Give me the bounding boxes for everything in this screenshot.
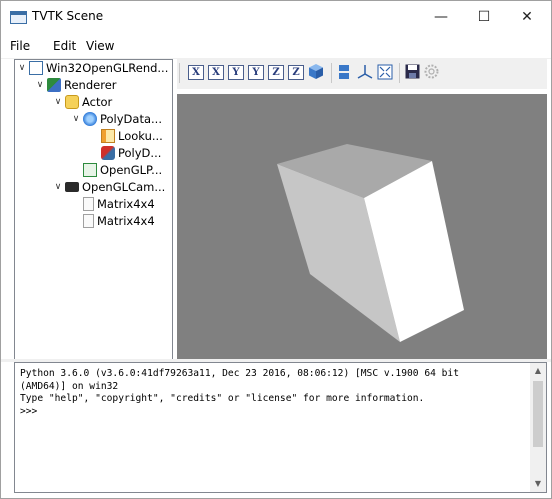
polydata-icon: [83, 112, 97, 126]
app-icon: [10, 11, 27, 24]
tree-node-actor[interactable]: ∨ Actor: [53, 94, 112, 110]
menu-file[interactable]: File: [10, 39, 30, 53]
expand-icon[interactable]: ∨: [17, 60, 27, 76]
view-plus-z-button[interactable]: Z: [268, 65, 284, 80]
menu-bar: File Edit View: [1, 35, 551, 57]
toolbar-separator: [399, 63, 400, 83]
camera-icon: [65, 182, 79, 192]
app-window: TVTK Scene — ☐ ✕ File Edit View ∨ Win32Op…: [0, 0, 552, 499]
title-bar[interactable]: TVTK Scene — ☐ ✕: [1, 1, 551, 33]
scroll-thumb[interactable]: [533, 381, 543, 447]
expand-icon[interactable]: ∨: [35, 77, 45, 93]
scene-toolbar: X X Y Y Z Z: [177, 59, 547, 89]
actor-icon: [65, 95, 79, 109]
tree-node-renderer[interactable]: ∨ Renderer: [35, 77, 117, 93]
toolbar-grip: [179, 63, 180, 83]
toolbar-separator: [331, 63, 332, 83]
tree-node-polydata-mapper[interactable]: PolyD...: [99, 145, 161, 161]
parallel-projection-icon[interactable]: [338, 64, 350, 80]
tree-node-matrix-2[interactable]: Matrix4x4: [81, 213, 155, 229]
view-plus-y-button[interactable]: Y: [228, 65, 244, 80]
shell-scrollbar[interactable]: ▲ ▼: [530, 363, 546, 492]
expand-icon[interactable]: ∨: [53, 94, 63, 110]
tree-node-lookup-table[interactable]: Looku...: [99, 128, 163, 144]
tree-node-polydata[interactable]: ∨ PolyData...: [71, 111, 162, 127]
polydata-mapper-icon: [101, 146, 115, 160]
axes-icon[interactable]: [357, 64, 373, 80]
window-icon: [29, 61, 43, 75]
expand-icon[interactable]: ∨: [71, 111, 81, 127]
tree-node-matrix-1[interactable]: Matrix4x4: [81, 196, 155, 212]
view-minus-x-button[interactable]: X: [208, 65, 224, 80]
document-icon: [83, 197, 94, 211]
tree-node-render-window[interactable]: ∨ Win32OpenGLRend...: [17, 60, 168, 76]
render-viewport[interactable]: [177, 94, 547, 359]
view-minus-z-button[interactable]: Z: [288, 65, 304, 80]
save-icon[interactable]: [405, 64, 420, 79]
scroll-up-icon[interactable]: ▲: [530, 363, 546, 379]
renderer-icon: [47, 78, 61, 92]
cube-render: [277, 144, 464, 342]
shell-output[interactable]: Python 3.6.0 (v3.6.0:41df79263a11, Dec 2…: [20, 368, 459, 418]
tree-node-camera[interactable]: ∨ OpenGLCam...: [53, 179, 166, 195]
document-icon: [83, 214, 94, 228]
view-minus-y-button[interactable]: Y: [248, 65, 264, 80]
window-title: TVTK Scene: [32, 9, 104, 23]
minimize-button[interactable]: —: [419, 1, 463, 33]
view-iso-icon[interactable]: [308, 63, 324, 80]
pipeline-tree[interactable]: ∨ Win32OpenGLRend... ∨ Renderer ∨ Actor ∨ Po…: [14, 59, 173, 361]
menu-edit[interactable]: Edit: [53, 39, 76, 53]
view-plus-x-button[interactable]: X: [188, 65, 204, 80]
tree-node-property[interactable]: OpenGLP...: [81, 162, 162, 178]
maximize-button[interactable]: ☐: [462, 1, 506, 33]
expand-icon[interactable]: ∨: [53, 179, 63, 195]
settings-icon[interactable]: [424, 64, 439, 79]
fullscreen-icon[interactable]: [377, 64, 393, 80]
menu-view[interactable]: View: [86, 39, 114, 53]
lookup-table-icon: [101, 129, 115, 143]
python-shell[interactable]: Python 3.6.0 (v3.6.0:41df79263a11, Dec 2…: [14, 362, 547, 493]
scroll-down-icon[interactable]: ▼: [530, 476, 546, 492]
property-icon: [83, 163, 97, 177]
close-button[interactable]: ✕: [505, 1, 549, 33]
